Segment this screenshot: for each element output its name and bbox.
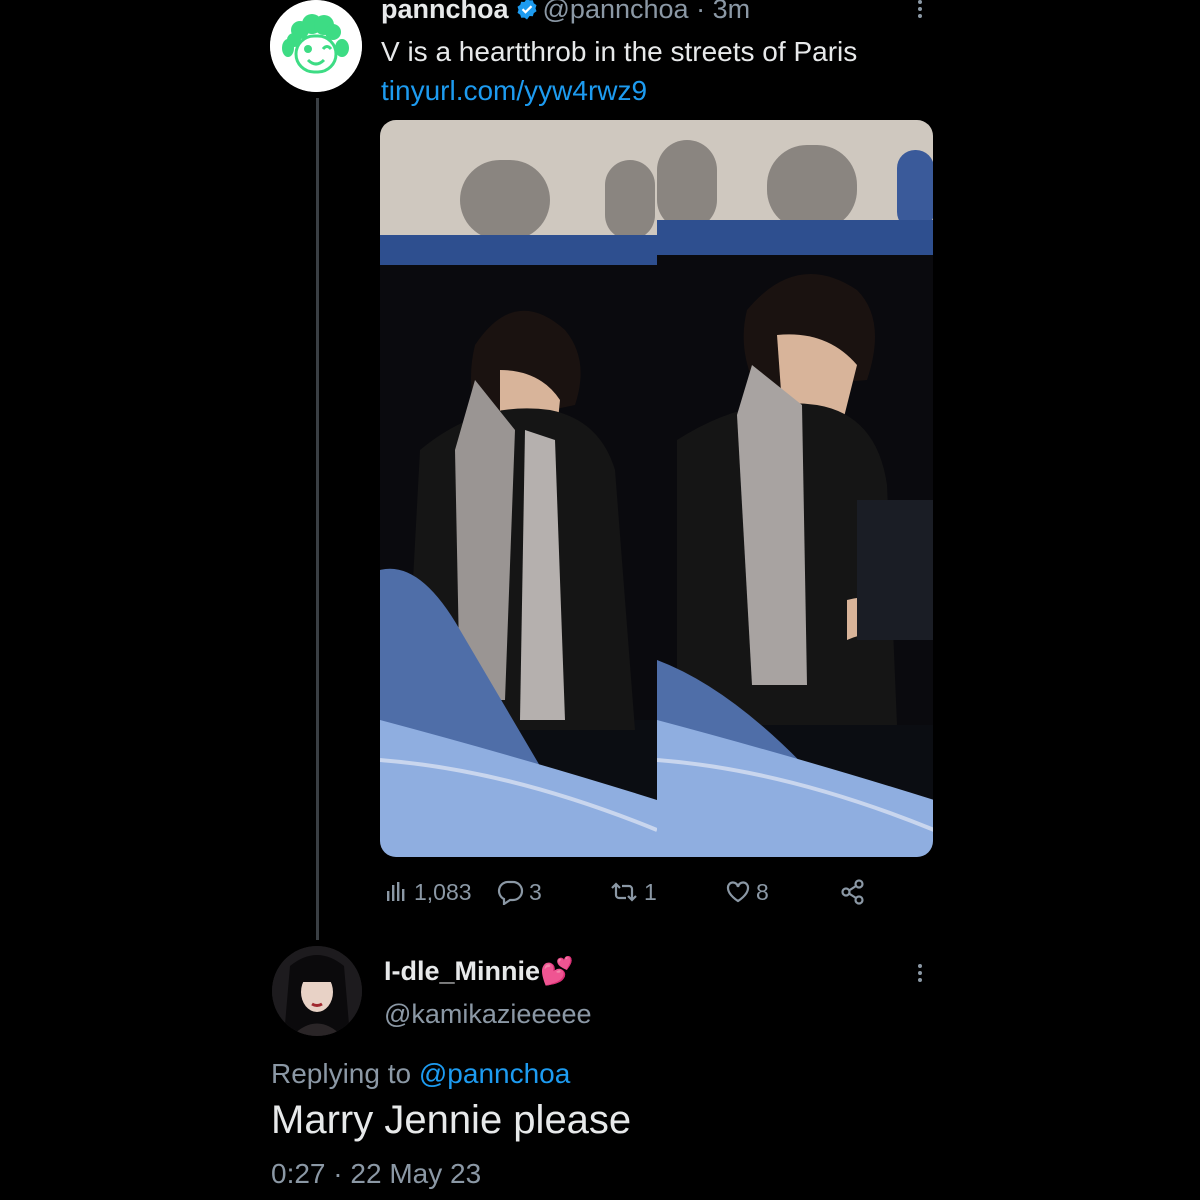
share-button[interactable] [839,872,871,912]
views-count: 1,083 [414,878,472,905]
tweet-media[interactable] [380,120,933,857]
tweet-action-bar: 1,083 3 1 8 [384,872,944,912]
profile-photo [272,946,362,1036]
like-count: 8 [756,878,769,905]
tweet-time[interactable]: 3m [713,0,751,24]
share-icon [841,879,864,905]
tweet-text: V is a heartthrob in the streets of Pari… [381,36,858,67]
reply-author-name[interactable]: I-dle_Minnie💕 [384,955,574,987]
avatar[interactable] [272,946,362,1036]
avatar[interactable] [270,0,362,92]
two-hearts-emoji: 💕 [540,956,574,986]
retweet-icon [611,882,637,902]
reply-author-handle[interactable]: @kamikazieeeee [384,999,592,1030]
more-options-icon[interactable] [905,0,935,22]
reply-count: 3 [529,878,542,905]
author-handle[interactable]: @pannchoa [543,0,689,24]
photo-illustration [656,120,933,857]
reply-timestamp[interactable]: 0:27 · 22 May 23 [271,1158,481,1190]
verified-badge-icon [515,0,539,21]
separator-dot: · [696,0,706,24]
reply-bubble-icon [497,880,524,905]
sheep-logo-icon [270,0,362,92]
author-name[interactable]: pannchoa [381,0,509,24]
reply-button[interactable]: 3 [497,872,542,912]
photo-illustration [380,120,658,857]
photo-left[interactable] [380,120,658,857]
replying-to-line: Replying to @pannchoa [271,1058,571,1089]
heart-icon [726,881,750,903]
like-button[interactable]: 8 [724,872,769,912]
views-button[interactable]: 1,083 [384,872,472,912]
more-options-icon[interactable] [905,962,935,986]
replying-to-mention[interactable]: @pannchoa [419,1058,570,1089]
retweet-count: 1 [644,878,657,905]
views-chart-icon [387,882,405,901]
tweet-link[interactable]: tinyurl.com/yyw4rwz9 [381,75,647,107]
photo-right[interactable] [656,120,933,857]
tweet-header: pannchoa @pannchoa · 3m [381,0,750,25]
retweet-button[interactable]: 1 [608,872,657,912]
thread-connector-line [316,98,319,940]
reply-text: Marry Jennie please [271,1098,632,1142]
